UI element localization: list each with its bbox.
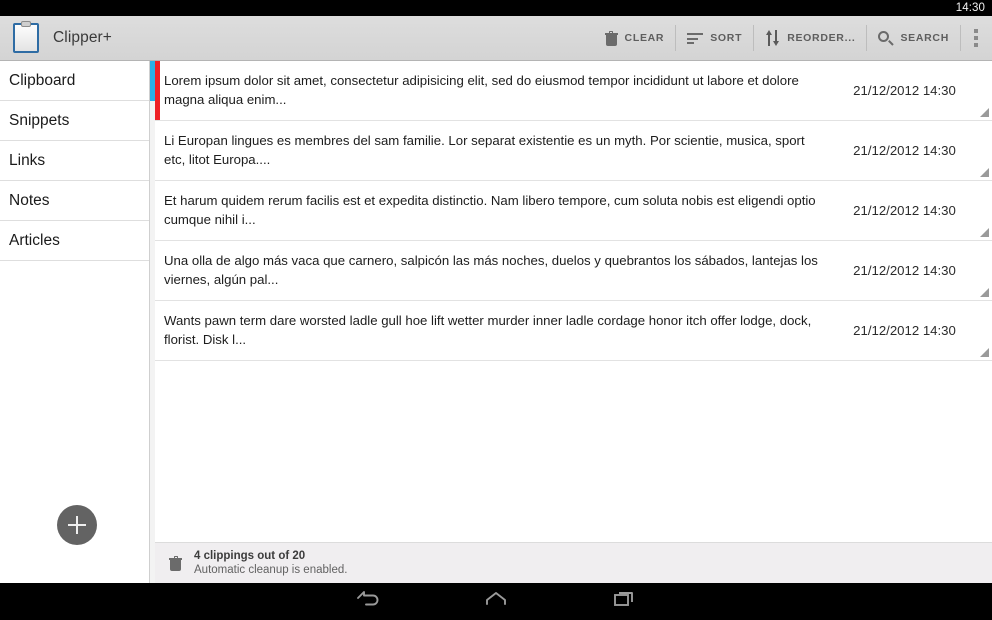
search-button-label: SEARCH: [900, 32, 949, 44]
nav-home-button[interactable]: [474, 587, 518, 617]
add-clipping-fab[interactable]: [57, 505, 97, 545]
sidebar-item-label: Links: [9, 151, 46, 169]
table-row[interactable]: Lorem ipsum dolor sit amet, consectetur …: [155, 61, 992, 121]
sidebar-item-clipboard[interactable]: Clipboard: [0, 61, 149, 101]
table-row[interactable]: Una olla de algo más vaca que carnero, s…: [155, 241, 992, 301]
overflow-menu-button[interactable]: [961, 16, 992, 61]
clipping-text: Wants pawn term dare worsted ladle gull …: [164, 313, 812, 347]
nav-back-button[interactable]: [346, 587, 390, 617]
expand-corner-icon: [980, 228, 989, 237]
sort-icon: [687, 32, 704, 44]
clippings-list[interactable]: Lorem ipsum dolor sit amet, consectetur …: [155, 61, 992, 542]
table-row[interactable]: Li Europan lingues es membres del sam fa…: [155, 121, 992, 181]
overflow-menu-icon: [974, 36, 978, 40]
clipping-text: Et harum quidem rerum facilis est et exp…: [164, 193, 816, 227]
clipboard-clip-icon: [21, 21, 31, 27]
sidebar-item-snippets[interactable]: Snippets: [0, 101, 149, 141]
overflow-menu-icon: [974, 43, 978, 47]
sidebar-item-label: Articles: [9, 231, 60, 249]
android-status-bar: 14:30: [0, 0, 992, 16]
clipping-timestamp: 21/12/2012 14:30: [853, 203, 956, 218]
reorder-button[interactable]: REORDER...: [754, 16, 866, 61]
android-nav-bar: [0, 583, 992, 620]
trash-icon: [169, 555, 182, 571]
sidebar-item-label: Notes: [9, 191, 50, 209]
sort-button-label: SORT: [710, 32, 743, 44]
sort-button[interactable]: SORT: [676, 16, 753, 61]
cleanup-status-label: Automatic cleanup is enabled.: [194, 564, 348, 576]
sidebar-item-links[interactable]: Links: [0, 141, 149, 181]
action-bar-actions: CLEAR SORT REORDER... SEARCH: [594, 16, 992, 61]
table-row[interactable]: Et harum quidem rerum facilis est et exp…: [155, 181, 992, 241]
clipping-text: Lorem ipsum dolor sit amet, consectetur …: [164, 73, 799, 107]
expand-corner-icon: [980, 288, 989, 297]
action-bar: Clipper+ CLEAR SORT REORDER... SEARCH: [0, 16, 992, 61]
clear-button-label: CLEAR: [624, 32, 665, 44]
expand-corner-icon: [980, 168, 989, 177]
app-screen: 14:30 Clipper+ CLEAR SORT REORDER... SEA…: [0, 0, 992, 620]
clipping-count-label: 4 clippings out of 20: [194, 550, 306, 562]
row-accent-bar: [155, 61, 160, 120]
status-bar-clock: 14:30: [955, 2, 985, 14]
overflow-menu-icon: [974, 29, 978, 33]
clipboard-icon: [13, 21, 39, 53]
search-icon: [878, 30, 894, 46]
search-button[interactable]: SEARCH: [867, 16, 960, 61]
nav-recents-button[interactable]: [602, 587, 646, 617]
table-row[interactable]: Wants pawn term dare worsted ladle gull …: [155, 301, 992, 361]
clipping-timestamp: 21/12/2012 14:30: [853, 83, 956, 98]
reorder-button-label: REORDER...: [787, 32, 856, 44]
clear-button[interactable]: CLEAR: [594, 16, 676, 61]
sidebar: Clipboard Snippets Links Notes Articles: [0, 61, 150, 583]
clipping-timestamp: 21/12/2012 14:30: [853, 263, 956, 278]
sidebar-item-notes[interactable]: Notes: [0, 181, 149, 221]
trash-icon: [604, 30, 618, 46]
expand-corner-icon: [980, 348, 989, 357]
sidebar-item-label: Clipboard: [9, 71, 76, 89]
reorder-icon: [765, 30, 780, 46]
clipping-text: Li Europan lingues es membres del sam fa…: [164, 133, 805, 167]
sidebar-item-articles[interactable]: Articles: [0, 221, 149, 261]
clipping-text: Una olla de algo más vaca que carnero, s…: [164, 253, 818, 287]
app-title: Clipper+: [53, 29, 112, 46]
clipping-timestamp: 21/12/2012 14:30: [853, 323, 956, 338]
clipping-timestamp: 21/12/2012 14:30: [853, 143, 956, 158]
sidebar-item-label: Snippets: [9, 111, 70, 129]
expand-corner-icon: [980, 108, 989, 117]
status-strip: 4 clippings out of 20 Automatic cleanup …: [155, 542, 992, 583]
